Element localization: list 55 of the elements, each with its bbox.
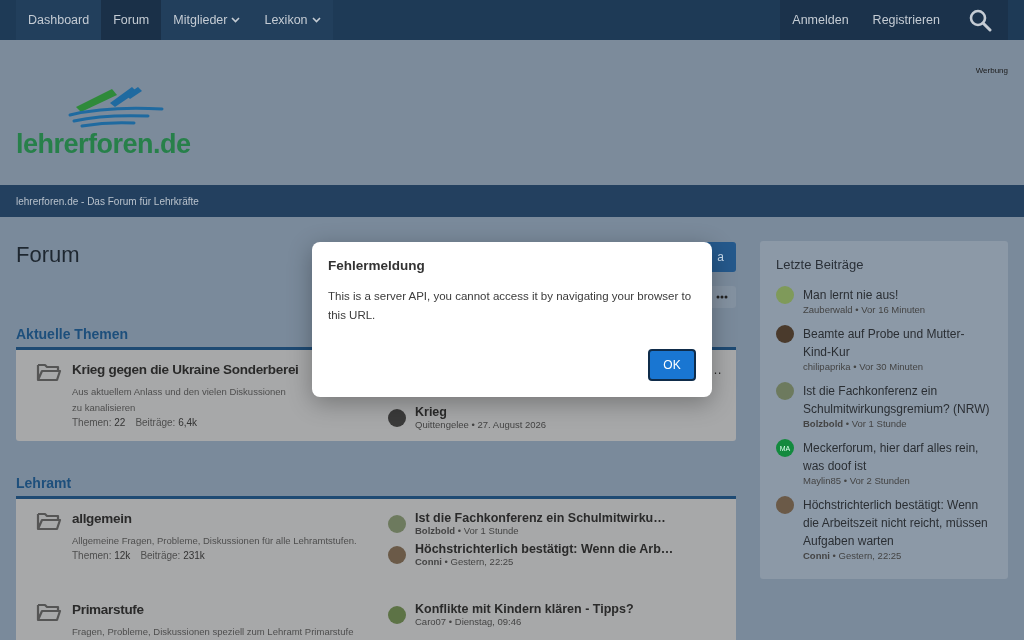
thread-title[interactable]: Ist die Fachkonferenz ein Schulmitwirku… — [415, 511, 666, 525]
ad-label: Werbung — [975, 66, 1008, 77]
post-meta: Caro07 • Dienstag, 09:46 — [415, 616, 523, 627]
avatar[interactable] — [388, 605, 406, 624]
dialog-title: Fehlermeldung — [328, 258, 426, 273]
post-meta: chilipaprika • Vor 30 Minuten — [803, 361, 925, 372]
avatar[interactable] — [388, 408, 406, 427]
forum-stat: Themen: 12k — [72, 550, 131, 561]
forum-stat: Beiträge: 231k — [140, 550, 205, 561]
chevron-down-icon — [231, 17, 241, 23]
forum-title[interactable]: allgemein — [72, 511, 132, 531]
forum-stat: Beiträge: 6,4k — [135, 417, 198, 428]
dialog-message: This is a server API, you cannot access it by navigating your browser to this URL. — [328, 289, 693, 323]
chevron-down-icon — [311, 17, 321, 23]
folder-icon — [36, 511, 62, 531]
nav-link[interactable]: Registrieren — [860, 0, 952, 40]
post-meta: Bolzbold • Vor 1 Stunde — [415, 525, 520, 536]
folder-icon — [36, 362, 62, 382]
nav-tab[interactable]: Forum — [101, 0, 162, 40]
post-meta: Conni • Gestern, 22:25 — [803, 550, 903, 561]
forum-description: Allgemeine Fragen, Probleme, Diskussionen für alle Lehramtstufen. — [72, 534, 358, 547]
breadcrumb-link[interactable]: lehrerforen.de - Das Forum für Lehrkräfte — [16, 195, 199, 207]
nav-tab[interactable]: Dashboard — [16, 0, 102, 40]
thread-title[interactable]: Meckerforum, hier darf alles rein, was doof ist — [803, 439, 992, 475]
nav-tab[interactable]: Lexikon — [252, 0, 333, 40]
folder-icon — [36, 602, 62, 622]
nav-tab[interactable]: Mitglieder — [161, 0, 253, 40]
thread-title[interactable]: Höchstrichterlich bestätigt: Wenn die Arb… — [415, 542, 674, 556]
thread-title[interactable]: Konflikte mit Kindern klären - Tipps? — [415, 602, 634, 616]
avatar[interactable] — [776, 496, 794, 514]
thread-title[interactable]: Man lernt nie aus! — [803, 286, 926, 304]
forum-description: Fragen, Probleme, Diskussionen speziell zum Lehramt Primarstufe — [72, 625, 355, 638]
thread-title[interactable]: Krieg — [415, 405, 547, 419]
forum-description: zu kanalisieren — [72, 401, 137, 414]
forum-title[interactable]: Primarstufe — [72, 602, 144, 622]
page-title: Forum — [16, 242, 80, 269]
sidebar-title: Letzte Beiträge — [776, 257, 865, 272]
thread-title[interactable]: Höchstrichterlich bestätigt: Wenn die Arbeitszeit nicht reicht, müssen Aufgaben warten — [803, 496, 992, 550]
thread-title[interactable]: Beamte auf Probe und Mutter-Kind-Kur — [803, 325, 992, 361]
forum-stat: Themen: 22 — [72, 417, 126, 428]
thread-title-end[interactable]: … — [709, 362, 722, 377]
nav-link[interactable]: Anmelden — [780, 0, 861, 40]
avatar[interactable] — [776, 325, 794, 343]
thread-title[interactable]: Ist die Fachkonferenz ein Schulmitwirkungsgremium? (NRW) — [803, 382, 992, 418]
post-meta: Conni • Gestern, 22:25 — [415, 556, 515, 567]
post-meta: Quittengelee • 27. August 2026 — [415, 419, 547, 430]
post-meta: Bolzbold • Vor 1 Stunde — [803, 418, 908, 429]
post-meta: Maylin85 • Vor 2 Stunden — [803, 475, 911, 486]
search-icon — [968, 8, 992, 32]
post-meta: Zauberwald • Vor 16 Minuten — [803, 304, 926, 315]
more-icon — [716, 295, 728, 299]
forum-description: Aus aktuellem Anlass und den vielen Diskussionen — [72, 385, 287, 398]
forum-title[interactable]: Krieg gegen die Ukraine Sonderberei — [72, 362, 299, 382]
avatar[interactable] — [388, 545, 406, 564]
ok-button[interactable]: OK — [648, 349, 696, 381]
